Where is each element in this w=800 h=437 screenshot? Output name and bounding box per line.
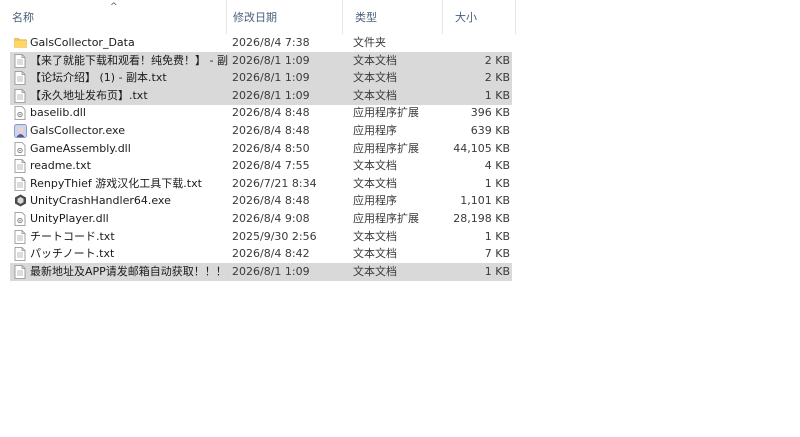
- file-date: 2026/8/1 1:09: [232, 88, 310, 102]
- dll-icon: [14, 141, 26, 156]
- file-date: 2026/8/4 8:48: [232, 124, 310, 137]
- text-file-icon: [14, 159, 26, 174]
- file-name: チートコード.txt: [30, 229, 115, 243]
- text-file-icon: [14, 88, 26, 103]
- file-name: UnityPlayer.dll: [30, 212, 109, 225]
- file-name: 【论坛介绍】 (1) - 副本.txt: [30, 71, 167, 85]
- file-name: UnityCrashHandler64.exe: [30, 194, 171, 208]
- file-size: 2 KB: [484, 71, 510, 85]
- file-size: 7 KB: [484, 247, 510, 261]
- column-header-size-label: 大小: [455, 11, 477, 24]
- file-name: RenpyThief 游戏汉化工具下载.txt: [30, 176, 202, 190]
- column-header-name[interactable]: ^ 名称: [0, 0, 227, 34]
- file-size: [430, 34, 510, 52]
- file-row[interactable]: GalsCollector_Data 2026/8/4 7:38 文件夹: [10, 34, 512, 52]
- column-header-type-label: 类型: [355, 11, 377, 24]
- file-name: パッチノート.txt: [30, 247, 115, 261]
- file-date: 2026/8/4 8:50: [232, 141, 310, 155]
- folder-icon: [14, 36, 27, 50]
- file-name: GalsCollector.exe: [30, 124, 125, 137]
- file-size: 28,198 KB: [453, 212, 510, 225]
- dll-icon: [14, 212, 26, 226]
- dll-icon: [14, 106, 26, 121]
- file-name: 【永久地址发布页】.txt: [30, 88, 148, 102]
- file-row[interactable]: 【永久地址发布页】.txt 2026/8/1 1:09 文本文档 1 KB: [10, 86, 512, 105]
- file-size: 1 KB: [484, 229, 510, 243]
- file-size: 1,101 KB: [460, 194, 510, 208]
- file-row[interactable]: 【来了就能下载和观看！纯免费！】 - 副... 2026/8/1 1:09 文本文档…: [10, 51, 512, 70]
- file-name: baselib.dll: [30, 106, 86, 120]
- text-file-icon: [14, 176, 26, 191]
- column-header-size[interactable]: 大小: [443, 0, 516, 34]
- file-row[interactable]: 【论坛介绍】 (1) - 副本.txt 2026/8/1 1:09 文本文档 2 KB: [10, 69, 512, 88]
- file-size: 396 KB: [470, 106, 510, 120]
- text-file-icon: [14, 71, 26, 86]
- file-date: 2026/8/1 1:09: [232, 71, 310, 85]
- text-file-icon: [14, 264, 26, 279]
- file-date: 2026/8/1 1:09: [232, 264, 310, 278]
- unity-icon: [14, 194, 26, 208]
- column-header-bar: ^ 名称 修改日期 类型 大小: [0, 0, 620, 34]
- file-date: 2026/8/4 8:48: [232, 194, 310, 208]
- file-row[interactable]: UnityPlayer.dll 2026/8/4 9:08 应用程序扩展 28,198…: [10, 210, 512, 228]
- file-size: 639 KB: [470, 124, 510, 137]
- file-date: 2026/8/4 7:38: [232, 36, 310, 49]
- file-name: readme.txt: [30, 159, 91, 173]
- file-size: 1 KB: [484, 88, 510, 102]
- text-file-icon: [14, 53, 26, 68]
- file-date: 2026/7/21 8:34: [232, 176, 317, 190]
- file-row[interactable]: baselib.dll 2026/8/4 8:48 应用程序扩展 396 KB: [10, 104, 512, 122]
- file-date: 2025/9/30 2:56: [232, 229, 317, 243]
- app-icon: [14, 124, 27, 138]
- file-size: 1 KB: [484, 264, 510, 278]
- sort-ascending-icon: ^: [110, 2, 118, 12]
- file-date: 2026/8/1 1:09: [232, 53, 310, 67]
- file-size: 4 KB: [484, 159, 510, 173]
- file-name: GalsCollector_Data: [30, 36, 135, 49]
- file-date: 2026/8/4 8:48: [232, 106, 310, 120]
- text-file-icon: [14, 247, 26, 262]
- column-header-date[interactable]: 修改日期: [221, 0, 343, 34]
- column-header-name-label: 名称: [12, 11, 34, 24]
- file-size: 1 KB: [484, 176, 510, 190]
- file-size: 44,105 KB: [453, 141, 510, 155]
- file-row[interactable]: readme.txt 2026/8/4 7:55 文本文档 4 KB: [10, 157, 512, 175]
- column-header-type[interactable]: 类型: [343, 0, 443, 34]
- file-row[interactable]: チートコード.txt 2025/9/30 2:56 文本文档 1 KB: [10, 228, 512, 246]
- file-row[interactable]: GalsCollector.exe 2026/8/4 8:48 应用程序 639 KB: [10, 122, 512, 140]
- file-row[interactable]: GameAssembly.dll 2026/8/4 8:50 应用程序扩展 44,10…: [10, 140, 512, 158]
- file-size: 2 KB: [484, 53, 510, 67]
- file-date: 2026/8/4 7:55: [232, 159, 310, 173]
- file-name: GameAssembly.dll: [30, 141, 131, 155]
- file-row[interactable]: UnityCrashHandler64.exe 2026/8/4 8:48 应用程序…: [10, 192, 512, 210]
- file-name: 最新地址及APP请发邮箱自动获取！！！...: [30, 264, 228, 278]
- column-header-date-label: 修改日期: [233, 11, 277, 24]
- file-date: 2026/8/4 9:08: [232, 212, 310, 225]
- text-file-icon: [14, 229, 26, 244]
- file-date: 2026/8/4 8:42: [232, 247, 310, 261]
- file-row[interactable]: RenpyThief 游戏汉化工具下载.txt 2026/7/21 8:34 文本文…: [10, 175, 512, 193]
- file-row[interactable]: 最新地址及APP请发邮箱自动获取！！！... 2026/8/1 1:09 文本文档 1…: [10, 262, 512, 281]
- file-name: 【来了就能下载和观看！纯免费！】 - 副...: [30, 53, 228, 67]
- file-row[interactable]: パッチノート.txt 2026/8/4 8:42 文本文档 7 KB: [10, 245, 512, 263]
